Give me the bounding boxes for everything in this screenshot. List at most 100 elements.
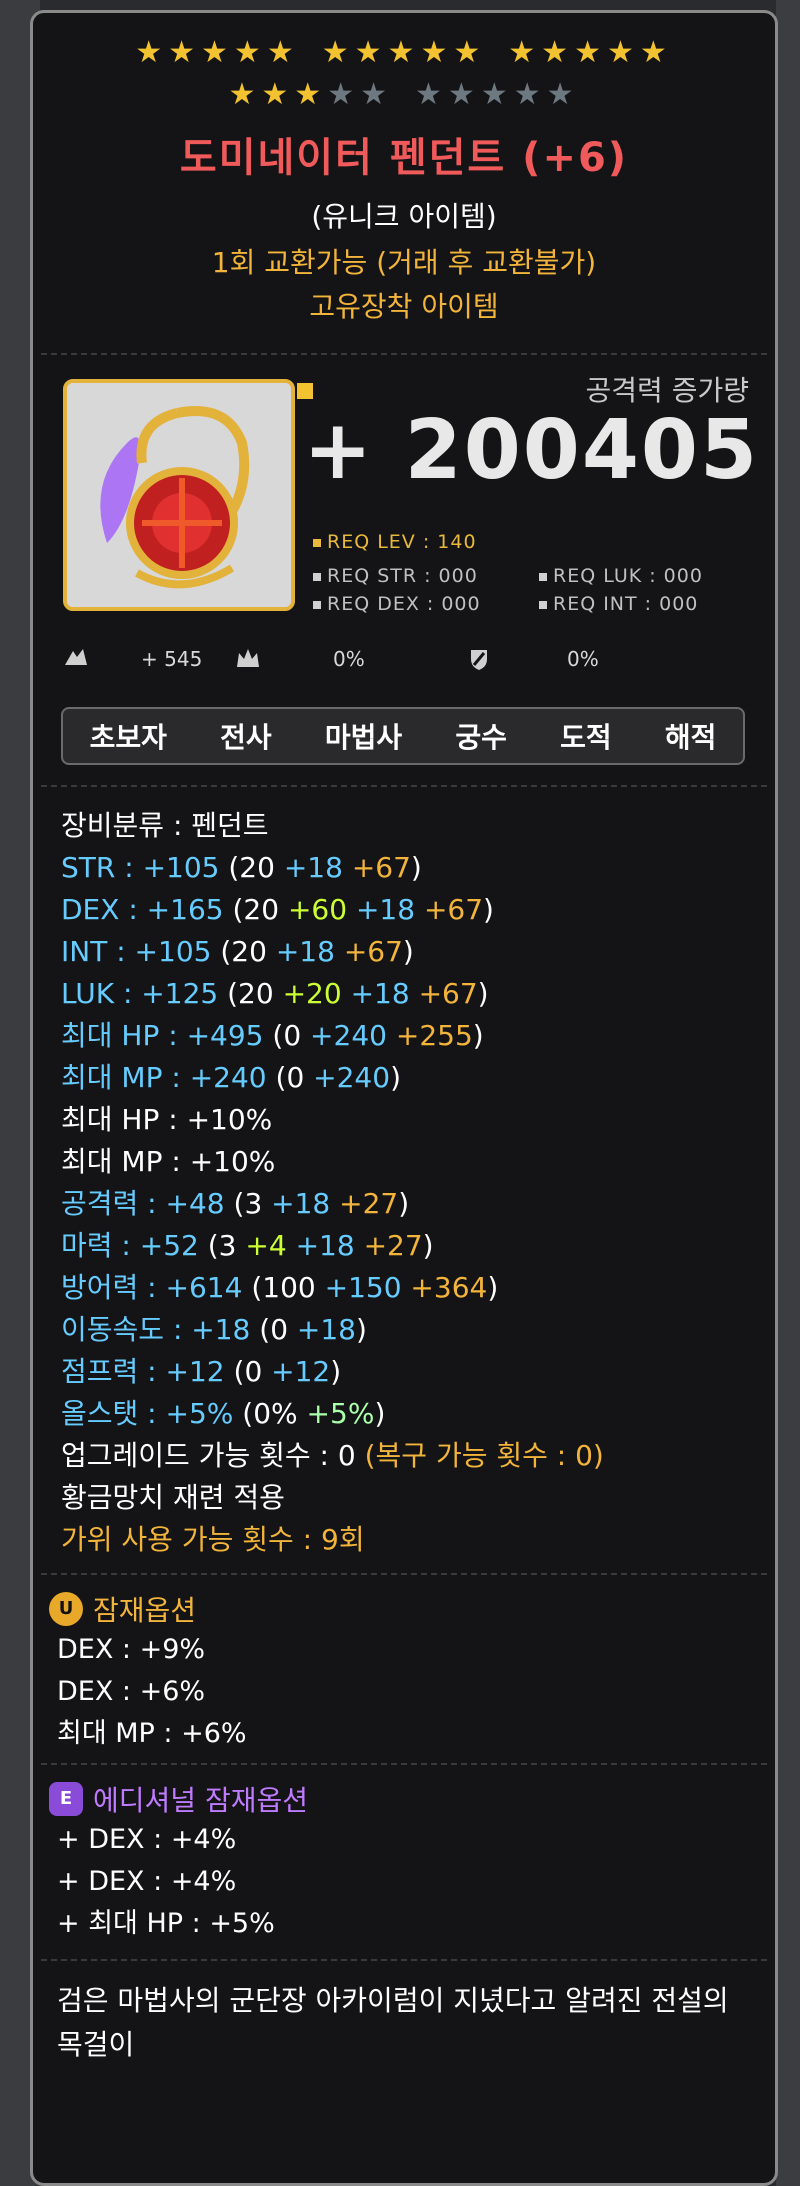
- stat-part: +67: [418, 977, 478, 1010]
- stat-part: (20: [227, 977, 283, 1010]
- stat-part: (100: [251, 1271, 325, 1304]
- star-filled-icon: ★: [420, 35, 454, 70]
- stat-label: 점프력 : +12: [61, 1355, 234, 1388]
- epic-grade-icon: E: [49, 1782, 83, 1816]
- potential-line: 최대 MP : +6%: [57, 1718, 247, 1749]
- star-empty-icon: ★: [415, 77, 448, 112]
- stat-part: ): [477, 977, 489, 1010]
- stat-label: 업그레이드 가능 횟수 : 0: [61, 1439, 365, 1472]
- bullet-icon: [313, 538, 321, 547]
- stat-label: 공격력 : +48: [61, 1187, 234, 1220]
- flag-icon: [297, 383, 313, 399]
- stat-part: ): [330, 1355, 342, 1388]
- item-tooltip: ★★★★★ ★★★★★ ★★★★★ ★★★★★ ★★★★★ 도미네이터 펜던트 (+6…: [30, 10, 778, 2186]
- star-filled-icon: ★: [606, 35, 640, 70]
- star-filled-icon: ★: [354, 35, 388, 70]
- job-label: 해적: [664, 721, 717, 754]
- star-empty-icon: ★: [480, 77, 514, 112]
- req-int: REQ INT : 000: [539, 593, 698, 615]
- stat-line: 마력 : +52 (3 +4 +18 +27): [61, 1225, 775, 1267]
- stat-line: 최대 HP : +10%: [61, 1099, 775, 1141]
- stat-label: 최대 HP : +10%: [61, 1103, 273, 1136]
- stat-part: (3: [207, 1229, 246, 1262]
- stat-line: STR : +105 (20 +18 +67): [61, 847, 775, 889]
- req-luk-text: REQ LUK : 000: [553, 565, 703, 587]
- stat-line: 점프력 : +12 (0 +12): [61, 1351, 775, 1393]
- stat-part: (20: [232, 893, 288, 926]
- stat-line: DEX : +165 (20 +60 +18 +67): [61, 889, 775, 931]
- stat-part: +18: [355, 893, 424, 926]
- star-filled-icon: ★: [266, 35, 300, 70]
- potential-title: 잠재옵션: [93, 1594, 197, 1627]
- potential-line: + DEX : +4%: [57, 1866, 237, 1897]
- stat-line: 가위 사용 가능 횟수 : 9회: [61, 1519, 775, 1561]
- item-description: 검은 마법사의 군단장 아카이럼이 지녔다고 알려진 전설의 목걸이: [57, 1984, 729, 2061]
- icon-stat-3: 0%: [567, 647, 599, 671]
- potential-line: + 최대 HP : +5%: [57, 1908, 275, 1939]
- star-filled-icon: ★: [387, 35, 421, 70]
- stat-part: +60: [287, 893, 356, 926]
- potential-lines: DEX : +9% DEX : +6% 최대 MP : +6%: [33, 1629, 775, 1755]
- stat-part: (20: [220, 935, 276, 968]
- stat-part: ): [398, 1187, 410, 1220]
- stat-line: 방어력 : +614 (100 +150 +364): [61, 1267, 775, 1309]
- stat-part: (0: [233, 1355, 272, 1388]
- stat-part: +150: [324, 1271, 411, 1304]
- stat-label: 가위 사용 가능 횟수 : 9회: [61, 1523, 365, 1556]
- star-empty-icon: ★: [327, 77, 361, 112]
- stat-part: +27: [363, 1229, 423, 1262]
- stat-part: +240: [310, 1019, 396, 1052]
- star-empty-icon: ★: [447, 77, 481, 112]
- stat-part: +27: [339, 1187, 399, 1220]
- stat-part: ): [402, 935, 414, 968]
- stat-label: 장비분류 : 펜던트: [61, 809, 269, 842]
- stat-label: DEX : +165: [61, 893, 233, 926]
- stat-line: 황금망치 재련 적용: [61, 1477, 775, 1519]
- star-filled-icon: ★: [228, 77, 262, 112]
- stat-list: 장비분류 : 펜던트 STR : +105 (20 +18 +67) DEX : +…: [33, 787, 775, 1573]
- req-dex: REQ DEX : 000: [313, 593, 481, 615]
- req-str-text: REQ STR : 000: [327, 565, 478, 587]
- stat-part: +67: [423, 893, 484, 926]
- stat-label: 방어력 : +614: [61, 1271, 252, 1304]
- item-icon[interactable]: [63, 379, 295, 611]
- stat-part: +18: [296, 1313, 356, 1346]
- stat-part: (0%: [242, 1397, 307, 1430]
- stat-part: (3: [233, 1187, 272, 1220]
- star-filled-icon: ★: [574, 35, 607, 70]
- attack-increase-value: + 200405: [303, 403, 759, 498]
- stat-part: +5%: [306, 1397, 375, 1430]
- stat-label: 마력 : +52: [61, 1229, 208, 1262]
- stat-label: STR : +105: [61, 851, 229, 884]
- req-str: REQ STR : 000: [313, 565, 478, 587]
- stat-part: ): [487, 1271, 499, 1304]
- stat-part: +18: [295, 1229, 364, 1262]
- stat-label: 올스탯 : +5%: [61, 1397, 243, 1430]
- additional-potential-title: 에디셔널 잠재옵션: [93, 1784, 308, 1817]
- stat-label: 최대 MP : +240: [61, 1061, 276, 1094]
- stat-line: 최대 MP : +10%: [61, 1141, 775, 1183]
- divider: [41, 1763, 767, 1765]
- additional-potential-header: E 에디셔널 잠재옵션: [49, 1779, 775, 1819]
- stat-line: LUK : +125 (20 +20 +18 +67): [61, 973, 775, 1015]
- boss-damage-icon: [63, 647, 89, 674]
- star-filled-icon: ★: [294, 77, 328, 112]
- stat-line: 올스탯 : +5% (0% +5%): [61, 1393, 775, 1435]
- crown-icon: [235, 647, 261, 674]
- star-force-row-2: ★★★★★ ★★★★★: [33, 77, 775, 113]
- stat-part: ): [422, 1229, 434, 1262]
- stat-label: 황금망치 재련 적용: [61, 1481, 285, 1514]
- stat-part: ): [472, 1019, 484, 1052]
- star-filled-icon: ★: [201, 35, 234, 70]
- stat-part: +364: [410, 1271, 488, 1304]
- stat-part: +18: [271, 1187, 340, 1220]
- star-filled-icon: ★: [261, 77, 295, 112]
- star-force-row-1: ★★★★★ ★★★★★ ★★★★★: [33, 35, 775, 71]
- stat-part: +67: [351, 851, 411, 884]
- stat-label: LUK : +125: [61, 977, 228, 1010]
- item-grade: (유니크 아이템): [311, 200, 497, 233]
- stat-part: +67: [343, 935, 403, 968]
- stat-part: +18: [283, 851, 352, 884]
- stat-part: (0: [275, 1061, 314, 1094]
- star-filled-icon: ★: [168, 35, 202, 70]
